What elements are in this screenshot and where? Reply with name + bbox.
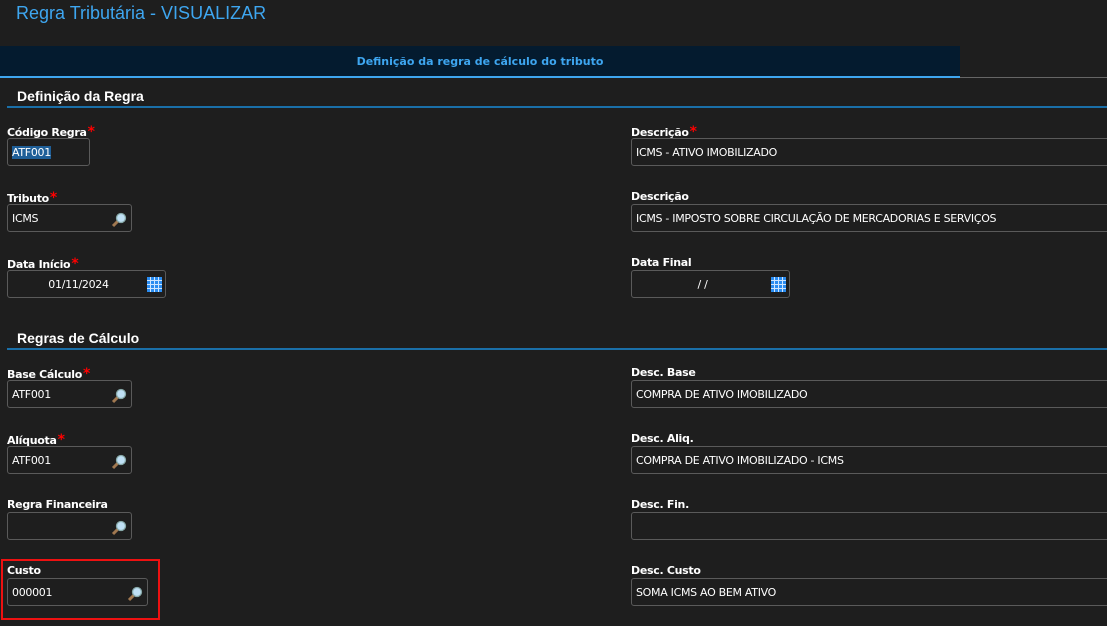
desc_base-label-text: Desc. Base bbox=[631, 366, 696, 379]
data_inicio-input[interactable]: 01/11/2024 bbox=[7, 270, 166, 298]
desc_base-label: Desc. Base bbox=[631, 366, 696, 379]
desc_base-value: COMPRA DE ATIVO IMOBILIZADO bbox=[636, 388, 808, 401]
desc_fin-input[interactable] bbox=[631, 512, 1107, 540]
page-title: Regra Tributária - VISUALIZAR bbox=[16, 3, 267, 23]
data_final-value: / / bbox=[697, 278, 708, 291]
desc_aliq-label-text: Desc. Aliq. bbox=[631, 432, 694, 445]
search-icon[interactable] bbox=[111, 211, 127, 228]
desc_tributo-label-text: Descrição bbox=[631, 190, 689, 203]
base-input[interactable]: ATF001 bbox=[7, 380, 132, 408]
tab-bar: Definição da regra de cálculo do tributo bbox=[0, 46, 960, 78]
financeira-input[interactable] bbox=[7, 512, 132, 540]
divider bbox=[960, 77, 1107, 78]
search-icon[interactable] bbox=[111, 519, 127, 536]
aliquota-value: ATF001 bbox=[12, 454, 51, 467]
desc_custo-label: Desc. Custo bbox=[631, 564, 701, 577]
data_inicio-value: 01/11/2024 bbox=[48, 278, 109, 291]
data_final-label: Data Final bbox=[631, 256, 692, 269]
desc_aliq-label: Desc. Aliq. bbox=[631, 432, 694, 445]
calendar-icon[interactable] bbox=[771, 277, 786, 292]
aliquota-input[interactable]: ATF001 bbox=[7, 446, 132, 474]
desc_aliq-value: COMPRA DE ATIVO IMOBILIZADO - ICMS bbox=[636, 454, 844, 467]
desc_base-input[interactable]: COMPRA DE ATIVO IMOBILIZADO bbox=[631, 380, 1107, 408]
desc_aliq-input[interactable]: COMPRA DE ATIVO IMOBILIZADO - ICMS bbox=[631, 446, 1107, 474]
desc_custo-value: SOMA ICMS AO BEM ATIVO bbox=[636, 586, 777, 599]
desc_fin-label-text: Desc. Fin. bbox=[631, 498, 689, 511]
desc_tributo-label: Descrição bbox=[631, 190, 689, 203]
financeira-label-text: Regra Financeira bbox=[7, 498, 108, 511]
descricao-input[interactable]: ICMS - ATIVO IMOBILIZADO bbox=[631, 138, 1107, 166]
financeira-label: Regra Financeira bbox=[7, 498, 108, 511]
codigo-input[interactable]: ATF001 bbox=[7, 138, 90, 166]
search-icon[interactable] bbox=[111, 387, 127, 404]
desc_custo-label-text: Desc. Custo bbox=[631, 564, 701, 577]
codigo-value: ATF001 bbox=[12, 146, 51, 159]
highlight-box bbox=[1, 559, 160, 620]
base-value: ATF001 bbox=[12, 388, 51, 401]
section-definicao: Definição da Regra bbox=[7, 88, 1107, 108]
tab-definicao[interactable]: Definição da regra de cálculo do tributo bbox=[0, 46, 960, 78]
tributo-input[interactable]: ICMS bbox=[7, 204, 132, 232]
data_final-input[interactable]: / / bbox=[631, 270, 790, 298]
section-calculo: Regras de Cálculo bbox=[7, 330, 1107, 350]
desc_custo-input[interactable]: SOMA ICMS AO BEM ATIVO bbox=[631, 578, 1107, 606]
desc_tributo-value: ICMS - IMPOSTO SOBRE CIRCULAÇÃO DE MERCA… bbox=[636, 212, 997, 225]
data_final-label-text: Data Final bbox=[631, 256, 692, 269]
desc_tributo-input[interactable]: ICMS - IMPOSTO SOBRE CIRCULAÇÃO DE MERCA… bbox=[631, 204, 1107, 232]
search-icon[interactable] bbox=[111, 453, 127, 470]
calendar-icon[interactable] bbox=[147, 277, 162, 292]
desc_fin-label: Desc. Fin. bbox=[631, 498, 689, 511]
tributo-value: ICMS bbox=[12, 212, 39, 225]
descricao-value: ICMS - ATIVO IMOBILIZADO bbox=[636, 146, 778, 159]
